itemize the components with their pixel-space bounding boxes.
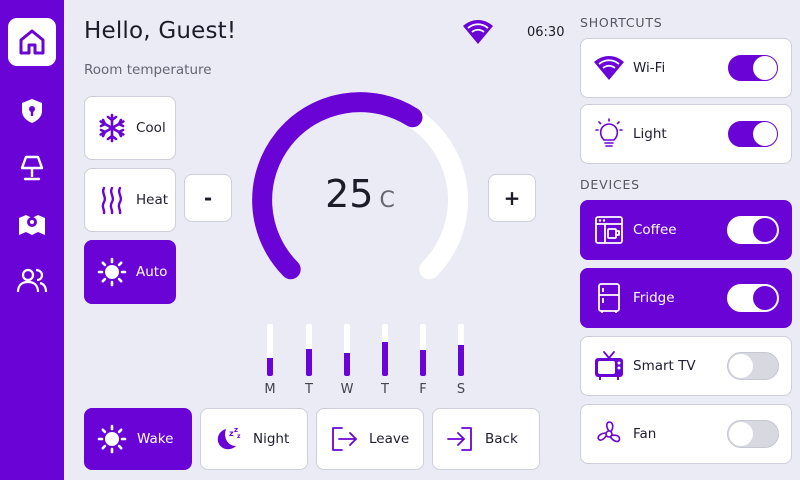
scene-leave-button[interactable]: Leave [316,408,424,470]
enter-icon [445,424,475,454]
scene-wake-button[interactable]: Wake [84,408,192,470]
mode-auto-button[interactable]: Auto [84,240,176,304]
lightbulb-icon [593,118,625,150]
mode-cool-button[interactable]: Cool [84,96,176,160]
weekly-bar [382,324,388,376]
lamp-icon [20,155,44,181]
scene-back-button[interactable]: Back [432,408,540,470]
shortcut-row-light: Light [580,104,792,164]
nav-users-button[interactable] [12,260,52,300]
device-label: Fridge [633,290,675,306]
fridge-icon [593,282,625,314]
weekly-day-label: W [340,382,354,397]
greeting-title: Hello, Guest! [84,18,237,44]
weekly-day-label: T [381,382,389,397]
decrease-temp-button[interactable]: - [184,174,232,222]
fan-icon [593,418,625,450]
toggle-knob [753,286,777,310]
toggle-knob [753,218,777,242]
scene-label: Leave [369,431,410,447]
nav-location-button[interactable] [12,204,52,244]
smart-tv-toggle[interactable] [727,352,779,380]
scene-label: Back [485,431,518,447]
users-icon [16,268,48,293]
weekly-bar [344,324,350,376]
weekly-bar [267,324,273,376]
weekly-bar-fill [344,352,350,376]
weekly-bar-fill [458,344,464,376]
fridge-toggle[interactable] [727,284,779,312]
weekly-bar-fill [306,348,312,376]
toggle-knob [729,422,753,446]
sun-icon [97,257,127,287]
nav-security-button[interactable] [12,91,52,131]
shortcut-label: Wi-Fi [633,60,666,76]
device-row-coffee: Coffee [580,200,792,260]
weekly-day-label: F [419,382,427,397]
mode-label: Cool [136,120,166,136]
scene-night-button[interactable]: z z z Night [200,408,308,470]
clock-time: 06:30 [527,25,565,40]
weekly-bar-fill [382,342,388,376]
increase-temp-button[interactable]: + [488,174,536,222]
fan-toggle[interactable] [727,420,779,448]
heat-icon [97,185,127,215]
toggle-knob [753,122,777,146]
mode-label: Auto [136,264,168,280]
shortcuts-heading: SHORTCUTS [580,15,663,30]
wifi-status-icon [462,18,494,46]
exit-icon [329,424,359,454]
location-icon [19,215,45,235]
toggle-knob [753,56,777,80]
scene-label: Night [253,431,290,447]
weekly-bar-fill [420,350,426,376]
mode-label: Heat [136,192,169,208]
coffee-toggle[interactable] [727,216,779,244]
nav-lamp-button[interactable] [12,148,52,188]
device-row-fridge: Fridge [580,268,792,328]
device-label: Smart TV [633,358,696,374]
shortcut-row-wifi: Wi-Fi [580,38,792,98]
weekly-day-label: T [305,382,313,397]
shortcut-label: Light [633,126,667,142]
device-row-fan: Fan [580,404,792,464]
snowflake-icon [97,113,127,143]
weekly-day-label: S [456,382,466,397]
temperature-unit: C [379,188,395,213]
scene-label: Wake [137,431,174,447]
light-toggle[interactable] [727,120,779,148]
coffee-machine-icon [593,214,625,246]
wifi-toggle[interactable] [727,54,779,82]
nav-home-button[interactable] [8,18,56,66]
weekly-bar-fill [267,357,273,376]
device-row-smart-tv: Smart TV [580,336,792,396]
wifi-icon [593,52,625,84]
device-label: Fan [633,426,657,442]
device-label: Coffee [633,222,677,238]
security-icon [22,99,42,123]
weekly-bar [458,324,464,376]
weekly-bar [306,324,312,376]
weekly-day-label: M [264,382,276,397]
moon-sleep-icon: z z z [213,424,243,454]
sidebar-nav [0,0,64,480]
sun-icon [97,424,127,454]
mode-heat-button[interactable]: Heat [84,168,176,232]
temperature-value: 25 [325,172,374,216]
temperature-readout: 25 C [300,172,420,216]
weekly-bar [420,324,426,376]
home-icon [19,29,45,55]
devices-heading: DEVICES [580,177,640,192]
toggle-knob [729,354,753,378]
room-temperature-label: Room temperature [84,62,212,78]
tv-icon [593,350,625,382]
svg-text:z: z [237,433,241,440]
